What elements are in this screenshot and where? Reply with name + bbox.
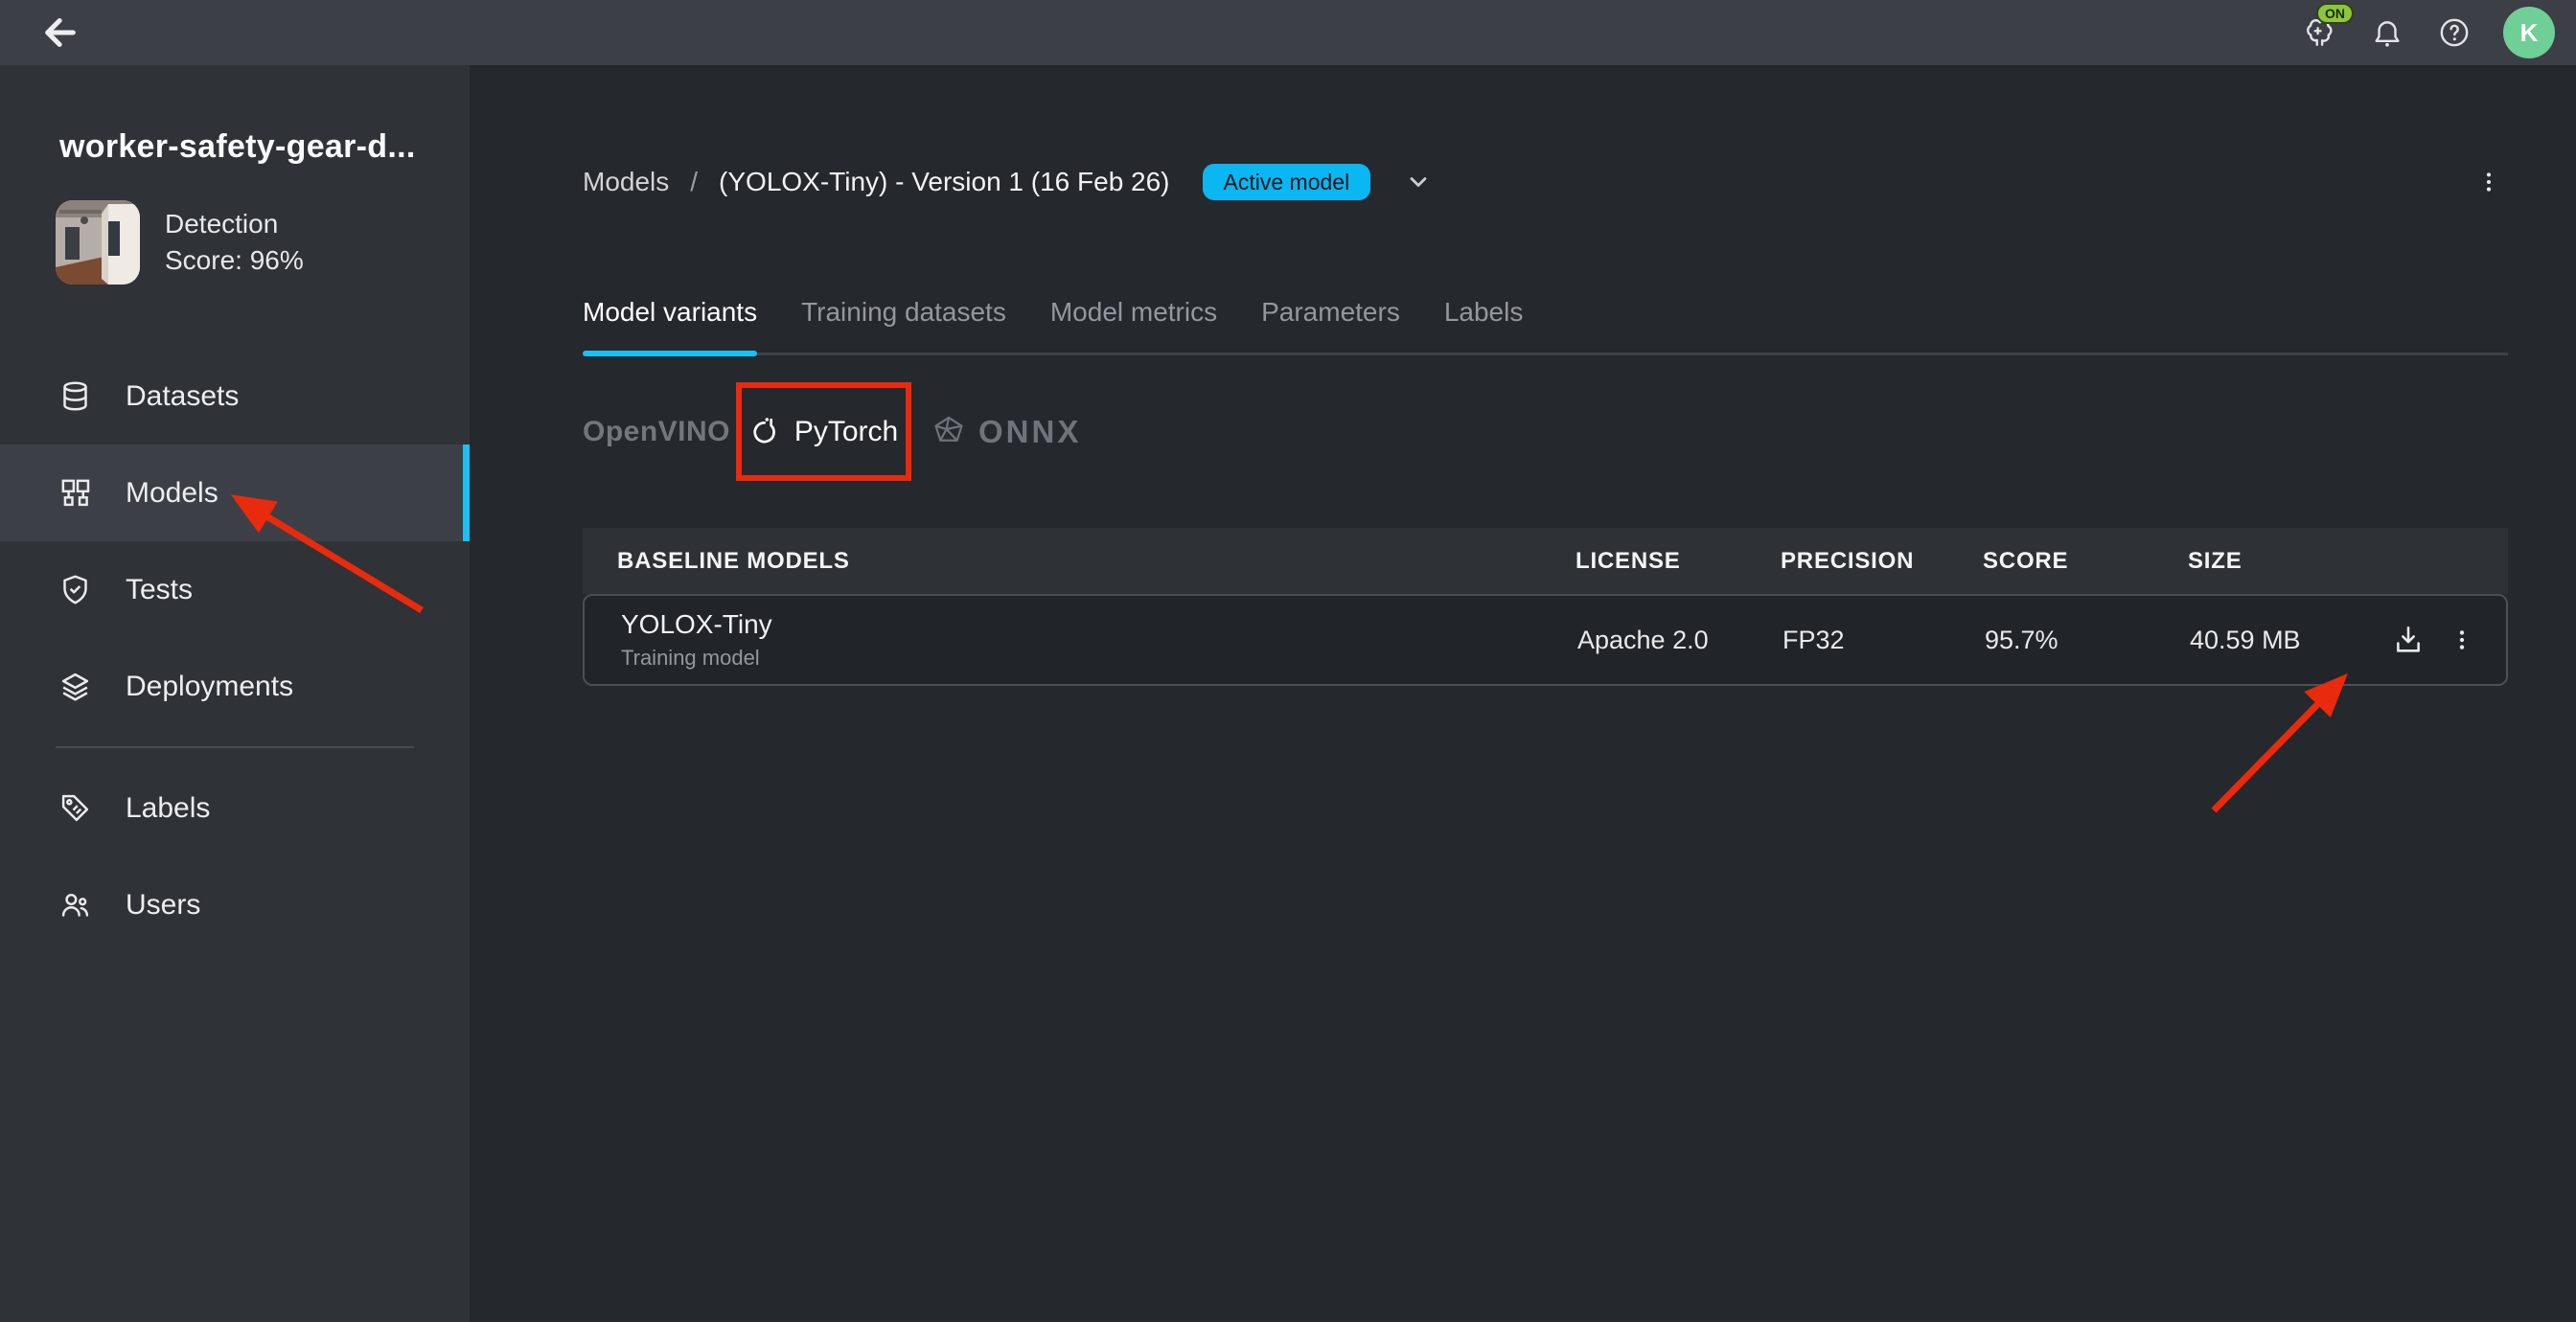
license-cell: Apache 2.0 [1577, 626, 1782, 655]
breadcrumb: Models / (YOLOX-Tiny) - Version 1 (16 Fe… [583, 161, 2508, 203]
sidebar-item-label: Models [126, 477, 218, 510]
back-button[interactable] [38, 11, 82, 55]
sidebar-item-label: Tests [126, 574, 193, 606]
models-topology-icon [59, 477, 91, 509]
framework-selector: OpenVINO PyTorch ONNX [583, 382, 2508, 481]
notifications-button[interactable] [2369, 14, 2405, 51]
active-model-badge[interactable]: Active model [1203, 164, 1371, 200]
breadcrumb-separator: / [690, 167, 698, 197]
score-cell: 95.7% [1985, 626, 2190, 655]
page-menu-kebab-icon[interactable] [2472, 165, 2506, 199]
framework-pytorch[interactable]: PyTorch [736, 382, 911, 481]
tab-model-metrics[interactable]: Model metrics [1050, 297, 1217, 353]
breadcrumb-current-model: (YOLOX-Tiny) - Version 1 (16 Feb 26) [719, 167, 1169, 197]
tab-labels[interactable]: Labels [1444, 297, 1524, 353]
model-name-cell: YOLOX-Tiny Training model [585, 609, 1577, 671]
sidebar-item-users[interactable]: Users [0, 856, 470, 953]
tag-icon [59, 792, 91, 824]
tab-training-datasets[interactable]: Training datasets [801, 297, 1006, 353]
download-model-button[interactable] [2392, 624, 2425, 656]
column-precision: PRECISION [1781, 548, 1983, 575]
table-header: BASELINE MODELS LICENSE PRECISION SCORE … [583, 528, 2508, 594]
tab-parameters[interactable]: Parameters [1261, 297, 1400, 353]
download-icon [2392, 624, 2425, 656]
model-tabs: Model variants Training datasets Model m… [583, 297, 2508, 355]
framework-pytorch-label: PyTorch [794, 416, 898, 448]
sidebar-item-label: Datasets [126, 380, 239, 413]
help-button[interactable] [2436, 14, 2472, 51]
top-bar: ON K [0, 0, 2576, 65]
pytorch-flame-icon [749, 416, 782, 448]
column-size: SIZE [2188, 548, 2390, 575]
sidebar-item-deployments[interactable]: Deployments [0, 638, 470, 735]
row-menu-kebab-icon[interactable] [2450, 627, 2474, 652]
project-name: worker-safety-gear-d... [59, 128, 470, 166]
project-meta: Detection Score: 96% [165, 206, 304, 279]
sidebar-item-label: Deployments [126, 671, 293, 703]
app-root: { "topbar": { "credits_badge": "ON", "av… [0, 0, 2576, 1322]
shield-check-icon [59, 574, 91, 605]
column-license: LICENSE [1576, 548, 1781, 575]
model-name: YOLOX-Tiny [621, 609, 1577, 640]
project-score: Score: 96% [165, 242, 304, 279]
framework-openvino[interactable]: OpenVINO [583, 416, 726, 448]
arrow-left-icon [41, 13, 80, 52]
help-icon [2438, 16, 2471, 49]
tab-model-variants[interactable]: Model variants [583, 297, 757, 353]
main-content: Models / (YOLOX-Tiny) - Version 1 (16 Fe… [470, 65, 2576, 1322]
table-row[interactable]: YOLOX-Tiny Training model Apache 2.0 FP3… [583, 594, 2508, 686]
project-thumbnail [56, 200, 140, 285]
sidebar-item-labels[interactable]: Labels [0, 760, 470, 856]
credits-button[interactable]: ON [2302, 14, 2338, 51]
framework-onnx-label: ONNX [978, 414, 1081, 450]
users-icon [59, 889, 91, 921]
sidebar-item-tests[interactable]: Tests [0, 541, 470, 638]
breadcrumb-models-link[interactable]: Models [583, 167, 669, 197]
bell-icon [2371, 16, 2404, 49]
sidebar-item-label: Users [126, 889, 200, 922]
column-score: SCORE [1983, 548, 2188, 575]
size-cell: 40.59 MB [2190, 626, 2392, 655]
chevron-down-icon[interactable] [1405, 169, 1432, 195]
sidebar-menu: Datasets Models Tests Deployments Label [0, 348, 470, 953]
task-type: Detection [165, 206, 304, 242]
baseline-models-table: BASELINE MODELS LICENSE PRECISION SCORE … [583, 528, 2508, 686]
sidebar-item-datasets[interactable]: Datasets [0, 348, 470, 444]
row-actions [2392, 624, 2517, 656]
sidebar: worker-safety-gear-d... Detection Score:… [0, 65, 470, 1322]
sidebar-item-label: Labels [126, 792, 210, 825]
sidebar-divider [56, 746, 414, 748]
framework-onnx[interactable]: ONNX [931, 414, 1081, 450]
sidebar-item-models[interactable]: Models [0, 444, 470, 541]
layers-icon [59, 671, 91, 702]
top-bar-actions: ON K [2302, 7, 2555, 58]
user-avatar[interactable]: K [2503, 7, 2555, 58]
project-info: Detection Score: 96% [56, 200, 470, 285]
precision-cell: FP32 [1782, 626, 1985, 655]
column-baseline-models: BASELINE MODELS [583, 548, 1576, 575]
corridor-photo [56, 200, 140, 285]
onnx-icon [931, 414, 967, 450]
model-subtitle: Training model [621, 646, 1577, 671]
credits-on-badge: ON [2316, 3, 2354, 24]
database-icon [59, 380, 91, 412]
